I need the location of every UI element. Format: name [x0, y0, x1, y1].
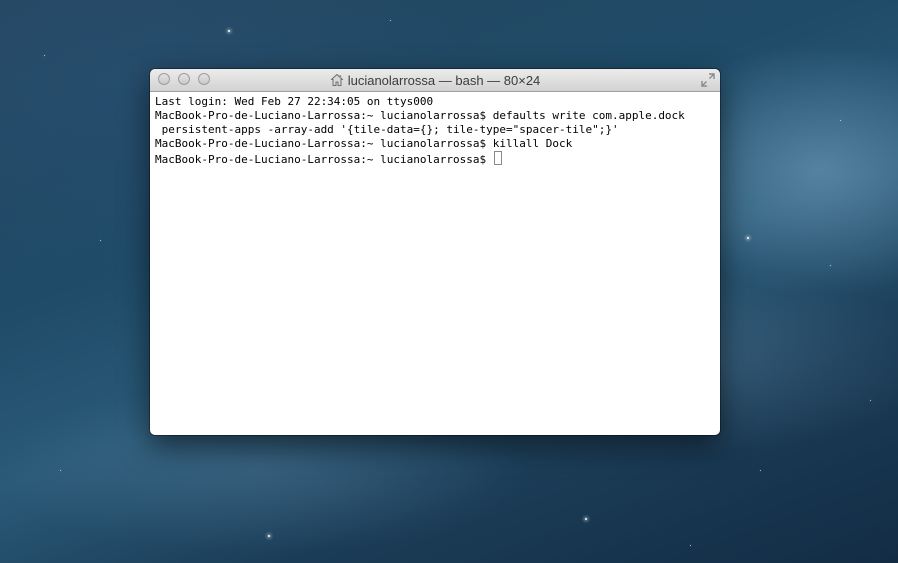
star — [100, 240, 101, 241]
star — [585, 518, 587, 520]
window-title: lucianolarrossa — bash — 80×24 — [347, 72, 541, 88]
star — [268, 535, 270, 537]
terminal-line: persistent-apps -array-add '{tile-data={… — [155, 123, 619, 136]
star — [747, 237, 749, 239]
home-icon — [330, 74, 343, 86]
terminal-line: MacBook-Pro-de-Luciano-Larrossa:~ lucian… — [155, 137, 573, 150]
text-cursor — [493, 151, 502, 165]
star — [60, 470, 61, 471]
terminal-output[interactable]: Last login: Wed Feb 27 22:34:05 on ttys0… — [155, 95, 718, 433]
star — [390, 20, 391, 21]
star — [760, 470, 761, 471]
window-titlebar[interactable]: lucianolarrossa — bash — 80×24 — [150, 69, 720, 92]
star — [44, 55, 45, 56]
star — [228, 30, 230, 32]
terminal-prompt: MacBook-Pro-de-Luciano-Larrossa:~ lucian… — [155, 153, 493, 166]
terminal-window[interactable]: lucianolarrossa — bash — 80×24 Last logi… — [150, 69, 720, 435]
star — [870, 400, 871, 401]
terminal-prompt-line[interactable]: MacBook-Pro-de-Luciano-Larrossa:~ lucian… — [155, 151, 718, 166]
star — [690, 545, 691, 546]
fullscreen-arrows-icon[interactable] — [700, 72, 716, 88]
terminal-line: Last login: Wed Feb 27 22:34:05 on ttys0… — [155, 95, 434, 108]
star — [830, 265, 831, 266]
window-title-area: lucianolarrossa — bash — 80×24 — [150, 69, 720, 91]
terminal-line: MacBook-Pro-de-Luciano-Larrossa:~ lucian… — [155, 109, 685, 122]
star — [840, 120, 841, 121]
